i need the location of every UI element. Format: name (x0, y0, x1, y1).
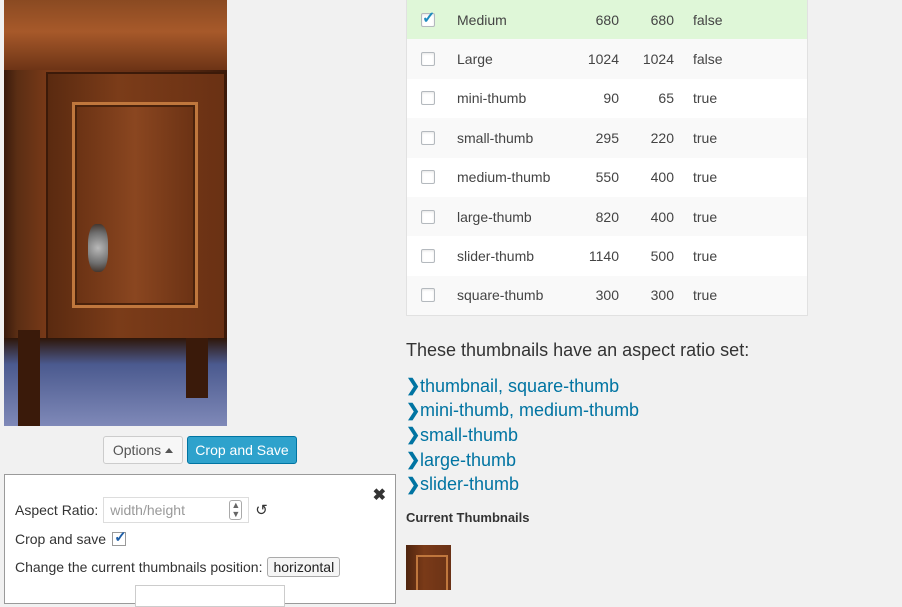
aspect-group-link[interactable]: ❯ large-thumb (406, 448, 639, 473)
aspect-group-label: thumbnail, square-thumb (420, 375, 620, 396)
size-crop: true (693, 169, 718, 186)
size-crop: false (693, 11, 723, 28)
partial-field[interactable] (135, 585, 285, 607)
size-width: 300 (595, 287, 619, 304)
source-image (4, 0, 227, 426)
position-label: Change the current thumbnails position: (15, 559, 263, 575)
size-height: 65 (658, 90, 674, 107)
size-crop: true (693, 90, 718, 107)
aspect-group-label: small-thumb (420, 424, 519, 445)
size-height: 1024 (642, 51, 674, 68)
spinner-icon[interactable]: ▲ ▼ (229, 500, 243, 520)
checkmark-icon: ✓ (422, 9, 436, 27)
size-width: 550 (595, 169, 619, 186)
size-width: 680 (595, 11, 619, 28)
row-checkbox[interactable] (421, 91, 435, 106)
size-name: slider-thumb (457, 248, 535, 265)
row-checkbox[interactable] (421, 170, 435, 185)
table-row[interactable]: square-thumb 300 300 true (407, 275, 807, 316)
checkmark-icon: ✓ (114, 529, 127, 546)
size-crop: false (693, 51, 723, 68)
size-height: 220 (650, 129, 674, 146)
size-name: Medium (457, 11, 507, 28)
size-name: square-thumb (457, 287, 544, 304)
size-height: 400 (650, 208, 674, 225)
caret-up-icon (165, 447, 174, 453)
image-sizes-table: ✓ Medium 680 680 false Large 1024 1024 false mini… (406, 0, 808, 317)
size-height: 680 (650, 11, 674, 28)
reset-icon[interactable]: ↺ (255, 501, 268, 519)
close-icon[interactable]: ✖ (373, 485, 386, 505)
size-height: 400 (650, 169, 674, 186)
size-width: 1024 (587, 51, 619, 68)
crop-and-save-button[interactable]: Crop and Save (187, 436, 297, 464)
size-name: small-thumb (457, 129, 534, 146)
size-name: mini-thumb (457, 90, 527, 107)
aspect-ratio-groups: ❯ thumbnail, square-thumb ❯ mini-thumb, med… (406, 374, 639, 497)
table-row[interactable]: Large 1024 1024 false (407, 39, 807, 79)
table-row[interactable]: large-thumb 820 400 true (407, 196, 807, 237)
crop-and-save-row: Crop and save ✓ (15, 529, 127, 547)
row-checkbox[interactable] (421, 52, 435, 67)
crop-and-save-checkbox[interactable]: ✓ (112, 529, 127, 546)
aspect-group-label: large-thumb (420, 449, 517, 470)
aspect-group-link[interactable]: ❯ thumbnail, square-thumb (406, 374, 639, 399)
options-panel: ✖ Aspect Ratio: width/height ▲ ▼ ↺ Crop a… (4, 474, 396, 607)
size-crop: true (693, 208, 718, 225)
size-name: large-thumb (457, 208, 532, 225)
size-name: medium-thumb (457, 169, 551, 186)
table-row[interactable]: medium-thumb 550 400 true (407, 158, 807, 197)
size-height: 500 (650, 248, 674, 265)
aspect-group-link[interactable]: ❯ mini-thumb, medium-thumb (406, 399, 639, 424)
options-button[interactable]: Options (103, 436, 183, 464)
aspect-ratio-row: Aspect Ratio: width/height ▲ ▼ ↺ (15, 497, 268, 523)
position-row: Change the current thumbnails position: … (15, 557, 341, 577)
table-row[interactable]: ✓ Medium 680 680 false (407, 0, 807, 40)
row-checkbox[interactable]: ✓ (421, 10, 435, 27)
aspect-group-link[interactable]: ❯ slider-thumb (406, 472, 639, 497)
aspect-group-label: slider-thumb (420, 474, 520, 495)
row-checkbox[interactable] (421, 288, 435, 303)
chevron-right-icon: ❯ (406, 425, 421, 445)
size-width: 90 (603, 90, 619, 107)
aspect-ratio-input[interactable]: width/height ▲ ▼ (103, 497, 250, 523)
size-name: Large (457, 51, 493, 68)
aspect-ratio-label: Aspect Ratio: (15, 502, 99, 518)
size-height: 300 (650, 287, 674, 304)
size-crop: true (693, 129, 718, 146)
aspect-group-link[interactable]: ❯ small-thumb (406, 423, 639, 448)
position-toggle-button[interactable]: horizontal (267, 557, 341, 577)
table-row[interactable]: mini-thumb 90 65 true (407, 79, 807, 118)
size-crop: true (693, 287, 718, 304)
row-checkbox[interactable] (421, 249, 435, 264)
aspect-ratio-placeholder: width/height (110, 502, 185, 518)
size-width: 1140 (588, 248, 619, 265)
current-thumbnails-heading: Current Thumbnails (406, 510, 530, 525)
row-checkbox[interactable] (421, 130, 435, 145)
size-width: 295 (595, 129, 619, 146)
size-crop: true (693, 248, 718, 265)
aspect-group-label: mini-thumb, medium-thumb (420, 400, 640, 421)
size-width: 820 (595, 208, 619, 225)
chevron-right-icon: ❯ (406, 400, 421, 420)
row-checkbox[interactable] (421, 209, 435, 224)
table-row[interactable]: small-thumb 295 220 true (407, 118, 807, 158)
chevron-right-icon: ❯ (406, 450, 421, 470)
crop-and-save-label: Crop and Save (195, 442, 289, 458)
current-thumbnail-image[interactable] (406, 545, 451, 590)
crop-and-save-option-label: Crop and save (15, 531, 107, 547)
aspect-ratio-heading: These thumbnails have an aspect ratio se… (406, 340, 750, 360)
chevron-right-icon: ❯ (406, 474, 421, 494)
options-button-label: Options (112, 442, 162, 458)
chevron-right-icon: ❯ (406, 376, 421, 396)
table-row[interactable]: slider-thumb 1140 500 true (407, 236, 807, 275)
